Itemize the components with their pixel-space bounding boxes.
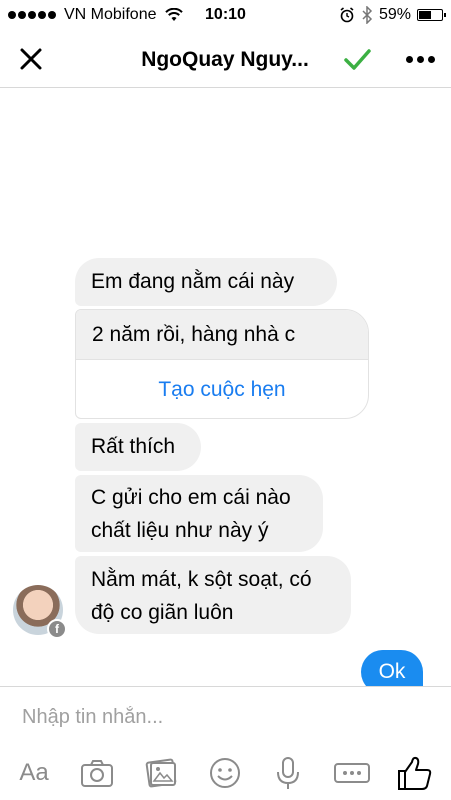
composer-toolbar: Aa	[0, 753, 451, 793]
status-bar: VN Mobifone 10:10 59%	[0, 0, 451, 30]
composer: Aa	[0, 686, 451, 800]
microphone-icon[interactable]	[268, 753, 308, 793]
camera-icon[interactable]	[77, 753, 117, 793]
conversation-title[interactable]: NgoQuay Nguy...	[120, 48, 330, 72]
message-line: Nằm mát, k sột soạt, có	[91, 568, 312, 591]
more-options-icon[interactable]	[406, 56, 435, 63]
message-line: độ co giãn luôn	[91, 601, 234, 624]
incoming-message[interactable]: C gửi cho em cái nào chất liệu như này ý	[75, 475, 323, 552]
plan-card: 2 năm rồi, hàng nhà c Tạo cuộc hẹn	[75, 309, 369, 419]
battery-icon	[417, 9, 446, 21]
conversation-header: NgoQuay Nguy...	[0, 30, 451, 88]
facebook-badge-icon: f	[47, 619, 67, 639]
like-thumb-icon[interactable]	[394, 753, 434, 793]
gallery-icon[interactable]	[142, 753, 182, 793]
bluetooth-icon	[362, 6, 373, 24]
incoming-message[interactable]: Rất thích	[75, 423, 201, 471]
close-icon[interactable]	[18, 46, 44, 72]
battery-level	[419, 11, 431, 19]
alarm-icon	[340, 7, 354, 23]
create-plan-button[interactable]: Tạo cuộc hẹn	[76, 360, 368, 418]
message-input[interactable]	[22, 701, 422, 733]
battery-percent: 59%	[378, 6, 411, 23]
message-line: C gửi cho em cái nào	[91, 486, 291, 509]
incoming-message[interactable]: Em đang nằm cái này	[75, 258, 337, 306]
check-icon[interactable]	[342, 44, 372, 74]
avatar[interactable]: f	[13, 585, 67, 639]
message-line: chất liệu như này ý	[91, 519, 269, 542]
more-actions-icon[interactable]	[332, 753, 372, 793]
status-right: 59%	[339, 6, 446, 24]
incoming-message[interactable]: Nằm mát, k sột soạt, có độ co giãn luôn	[75, 556, 351, 634]
sticker-icon[interactable]	[205, 753, 245, 793]
card-message-text[interactable]: 2 năm rồi, hàng nhà c	[76, 310, 368, 360]
text-format-button[interactable]: Aa	[14, 753, 54, 793]
